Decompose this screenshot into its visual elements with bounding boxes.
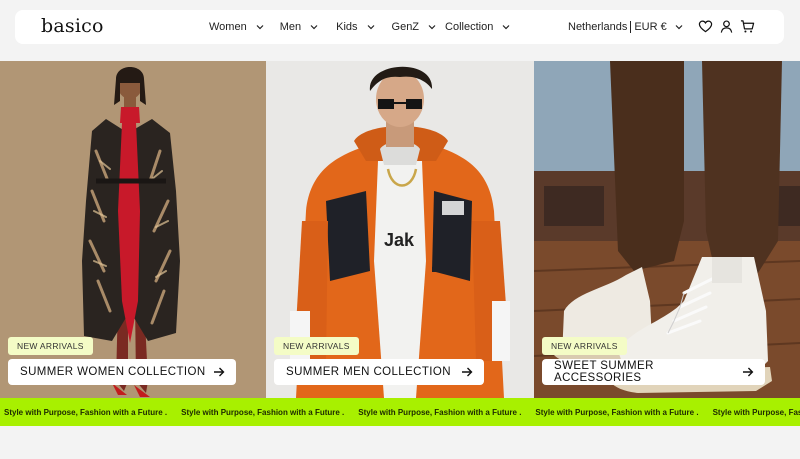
marquee-text: Style with Purpose, Fashion with a Futur… [358,407,522,417]
new-arrivals-badge: NEW ARRIVALS [542,337,627,355]
arrow-right-icon [743,367,754,377]
chevron-down-icon [428,25,436,30]
brand-logo[interactable]: basico [41,15,104,37]
arrow-right-icon [214,367,225,377]
sweet-summer-accessories-button[interactable]: SWEET SUMMER ACCESSORIES [542,359,765,385]
nav-item-collection[interactable]: Collection [445,21,511,33]
hero-panel-women[interactable]: NEW ARRIVALS SUMMER WOMEN COLLECTION [0,61,266,398]
summer-women-collection-button[interactable]: SUMMER WOMEN COLLECTION [8,359,236,385]
locale-selector[interactable]: Netherlands EUR € [568,10,684,44]
site-header: basico Women Men Kids GenZ Collection Ne… [15,10,784,44]
cta-label: SWEET SUMMER ACCESSORIES [554,360,654,384]
chevron-down-icon [310,25,318,30]
chevron-down-icon [256,25,264,30]
nav-label: Men [279,21,302,33]
cta-label: SUMMER WOMEN COLLECTION [20,366,206,378]
divider [630,21,632,33]
nav-item-women[interactable]: Women [209,21,265,33]
arrow-right-icon [462,367,473,377]
main-nav: Women Men Kids GenZ Collection [195,10,511,44]
summer-men-collection-button[interactable]: SUMMER MEN COLLECTION [274,359,484,385]
nav-item-kids[interactable]: Kids [336,21,375,33]
nav-item-genz[interactable]: GenZ [392,21,438,33]
svg-text:Jak: Jak [384,230,415,250]
chevron-down-icon [502,25,510,30]
nav-item-men[interactable]: Men [280,21,319,33]
marquee-text: Style with Purpose, Fashion with a Futur… [181,407,345,417]
country-label: Netherlands [568,21,628,33]
chevron-down-icon [367,25,374,30]
marquee-text: Style with Purpose, Fashion with a Futur… [535,407,699,417]
new-arrivals-badge: NEW ARRIVALS [8,337,93,355]
nav-label: Kids [336,21,358,33]
currency-label: EUR € [634,21,667,33]
marquee-text: Style with Purpose, Fashion with a Futur… [712,407,800,417]
marquee-text: Style with Purpose, Fashion with a Futur… [4,407,168,417]
cta-label: SUMMER MEN COLLECTION [286,366,451,378]
hero-panel-accessories[interactable]: NEW ARRIVALS SWEET SUMMER ACCESSORIES [534,61,800,398]
nav-label: Collection [445,21,494,33]
heart-icon[interactable] [698,19,713,34]
header-icons [698,19,755,34]
user-icon[interactable] [719,19,734,34]
tagline-marquee: Style with Purpose, Fashion with a Futur… [0,398,800,426]
chevron-down-icon [675,25,683,30]
new-arrivals-badge: NEW ARRIVALS [274,337,359,355]
nav-label: Women [209,21,247,33]
hero-panel-men[interactable]: Jak NEW ARRIVALS SUMMER MEN COLLECTION [266,61,534,398]
nav-label: GenZ [391,21,420,33]
cart-icon[interactable] [740,19,755,34]
